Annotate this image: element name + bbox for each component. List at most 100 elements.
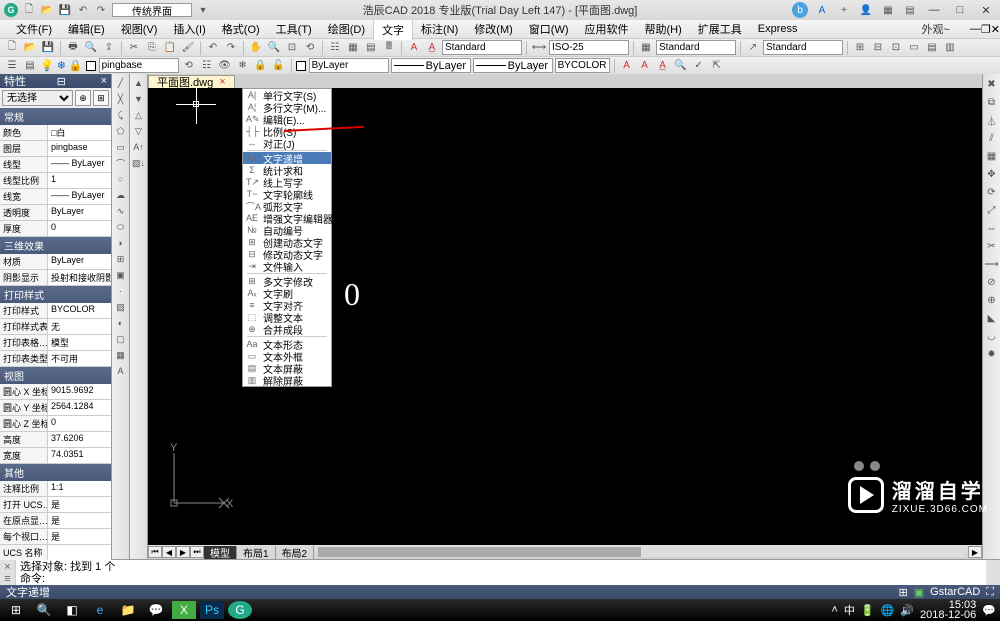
mirror-icon[interactable]: ⏃: [984, 112, 1000, 128]
props-row[interactable]: 每个视口…是: [0, 529, 111, 545]
props-row[interactable]: 圆心 X 坐标9015.9692: [0, 384, 111, 400]
circle-icon[interactable]: ○: [114, 172, 128, 186]
doc-close-button[interactable]: ✕: [991, 23, 1000, 36]
menu-ext[interactable]: 扩展工具: [690, 19, 750, 39]
text-a1-icon[interactable]: A: [619, 58, 635, 74]
matchprop-icon[interactable]: 🖌: [180, 40, 196, 56]
ellipse-icon[interactable]: ⬭: [114, 220, 128, 234]
menu-file[interactable]: 文件(F): [8, 19, 60, 39]
dim-icon[interactable]: ⟷: [531, 40, 547, 56]
tray-lang-icon[interactable]: 中: [844, 602, 855, 618]
props-row[interactable]: 高度37.6206: [0, 432, 111, 448]
line-icon[interactable]: ╱: [114, 76, 128, 90]
menu-edit[interactable]: 编辑(E): [60, 19, 113, 39]
assist-a-icon[interactable]: A: [814, 2, 830, 18]
break-icon[interactable]: ⊘: [984, 274, 1000, 290]
props-row[interactable]: 打印样式BYCOLOR: [0, 303, 111, 319]
excel-icon[interactable]: X: [172, 601, 196, 619]
assist-grid-icon[interactable]: ▦: [880, 2, 896, 18]
edge-icon[interactable]: e: [88, 601, 112, 619]
copy-obj-icon[interactable]: ⧉: [984, 94, 1000, 110]
props-row[interactable]: 打印表格…模型: [0, 335, 111, 351]
props-row[interactable]: 在原点显…是: [0, 513, 111, 529]
layer-manager-icon[interactable]: ☰: [4, 58, 20, 74]
menu-item[interactable]: ⇥文件输入: [243, 260, 331, 272]
doc-minimize-button[interactable]: —: [970, 23, 981, 35]
redo-icon[interactable]: ↷: [94, 3, 108, 17]
layer-states-icon[interactable]: ▤: [22, 58, 38, 74]
maximize-button[interactable]: □: [950, 3, 970, 17]
stretch-icon[interactable]: ⇔: [984, 220, 1000, 236]
lineweight-combo[interactable]: ByLayer: [473, 58, 553, 73]
linetype-combo[interactable]: ByLayer: [391, 58, 471, 73]
tool-misc3-icon[interactable]: ⊡: [888, 40, 904, 56]
mleader-icon[interactable]: ↗: [745, 40, 761, 56]
layout-tab-1[interactable]: 布局1: [237, 546, 276, 559]
task-view-icon[interactable]: ◧: [60, 601, 84, 619]
props-row[interactable]: 打开 UCS…是: [0, 497, 111, 513]
props-row[interactable]: 颜色□白: [0, 125, 111, 141]
pan-icon[interactable]: ✋: [248, 40, 264, 56]
tray-volume-icon[interactable]: 🔊: [900, 604, 914, 617]
xline-icon[interactable]: ╳: [114, 92, 128, 106]
table-draw-icon[interactable]: ▦: [114, 348, 128, 362]
revcloud-icon[interactable]: ☁: [114, 188, 128, 202]
tool-misc6-icon[interactable]: ▥: [942, 40, 958, 56]
properties-pin-icon[interactable]: ⊟: [57, 75, 66, 88]
menu-dimension[interactable]: 标注(N): [413, 19, 466, 39]
props-row[interactable]: 圆心 Z 坐标0: [0, 416, 111, 432]
chamfer-icon[interactable]: ◣: [984, 310, 1000, 326]
status-expand-icon[interactable]: ⛶: [986, 586, 994, 599]
assist-plus-icon[interactable]: +: [836, 2, 852, 18]
cut-icon[interactable]: ✂: [126, 40, 142, 56]
do-back-icon[interactable]: ▼: [132, 92, 146, 106]
qat-more-icon[interactable]: ▾: [196, 3, 210, 17]
table-style-combo[interactable]: Standard: [656, 40, 736, 55]
print-icon[interactable]: 🖶: [65, 40, 81, 56]
tray-network-icon[interactable]: 🌐: [881, 604, 895, 617]
assist-apps-icon[interactable]: ▤: [902, 2, 918, 18]
dim-style-combo[interactable]: ISO-25: [549, 40, 629, 55]
layer-combo[interactable]: 💡❄🔒 pingbase: [40, 58, 179, 73]
text-style-combo[interactable]: Standard: [442, 40, 522, 55]
spline-icon[interactable]: ∿: [114, 204, 128, 218]
layout-first-icon[interactable]: ⏮: [148, 546, 162, 558]
trim-icon[interactable]: ✂: [984, 238, 1000, 254]
close-button[interactable]: ✕: [976, 3, 996, 17]
ellipse-arc-icon[interactable]: ◗: [114, 236, 128, 250]
props-section-header[interactable]: 三维效果: [0, 237, 111, 254]
tool-misc2-icon[interactable]: ⊟: [870, 40, 886, 56]
text-a3-icon[interactable]: A̲: [655, 58, 671, 74]
properties-icon[interactable]: ☷: [327, 40, 343, 56]
text-find-icon[interactable]: 🔍: [673, 58, 689, 74]
ps-icon[interactable]: Ps: [200, 601, 224, 619]
undo-icon[interactable]: ↶: [76, 3, 90, 17]
cmd-scrollbar[interactable]: [986, 560, 1000, 585]
design-center-icon[interactable]: ▦: [345, 40, 361, 56]
menu-insert[interactable]: 插入(I): [165, 19, 213, 39]
mtext-icon[interactable]: A: [114, 364, 128, 378]
offset-icon[interactable]: ⫽: [984, 130, 1000, 146]
tool-misc5-icon[interactable]: ▤: [924, 40, 940, 56]
search-icon[interactable]: 🔍: [32, 601, 56, 619]
props-row[interactable]: 注释比例1:1: [0, 481, 111, 497]
do-above-icon[interactable]: △: [132, 108, 146, 122]
doc-tab-active[interactable]: 平面图.dwg×: [148, 75, 235, 88]
doc-tab-close-icon[interactable]: ×: [219, 76, 225, 88]
properties-close-icon[interactable]: ×: [101, 75, 107, 87]
minimize-button[interactable]: —: [924, 3, 944, 17]
menu-express[interactable]: Express: [750, 21, 806, 37]
menu-item[interactable]: ↔对正(J): [243, 137, 331, 149]
arc-icon[interactable]: ⌒: [114, 156, 128, 170]
tray-clock[interactable]: 15:03 2018-12-06: [920, 600, 976, 620]
copy-icon[interactable]: ⎘: [144, 40, 160, 56]
layout-tab-model[interactable]: 模型: [204, 546, 237, 559]
table-icon[interactable]: ▦: [638, 40, 654, 56]
explode-icon[interactable]: ✹: [984, 346, 1000, 362]
props-row[interactable]: 阴影显示投射和接收阴影: [0, 270, 111, 286]
menu-text[interactable]: 文字: [373, 19, 413, 40]
menu-format[interactable]: 格式(O): [214, 19, 268, 39]
fillet-icon[interactable]: ◡: [984, 328, 1000, 344]
props-section-header[interactable]: 打印样式: [0, 286, 111, 303]
props-row[interactable]: 圆心 Y 坐标2564.1284: [0, 400, 111, 416]
